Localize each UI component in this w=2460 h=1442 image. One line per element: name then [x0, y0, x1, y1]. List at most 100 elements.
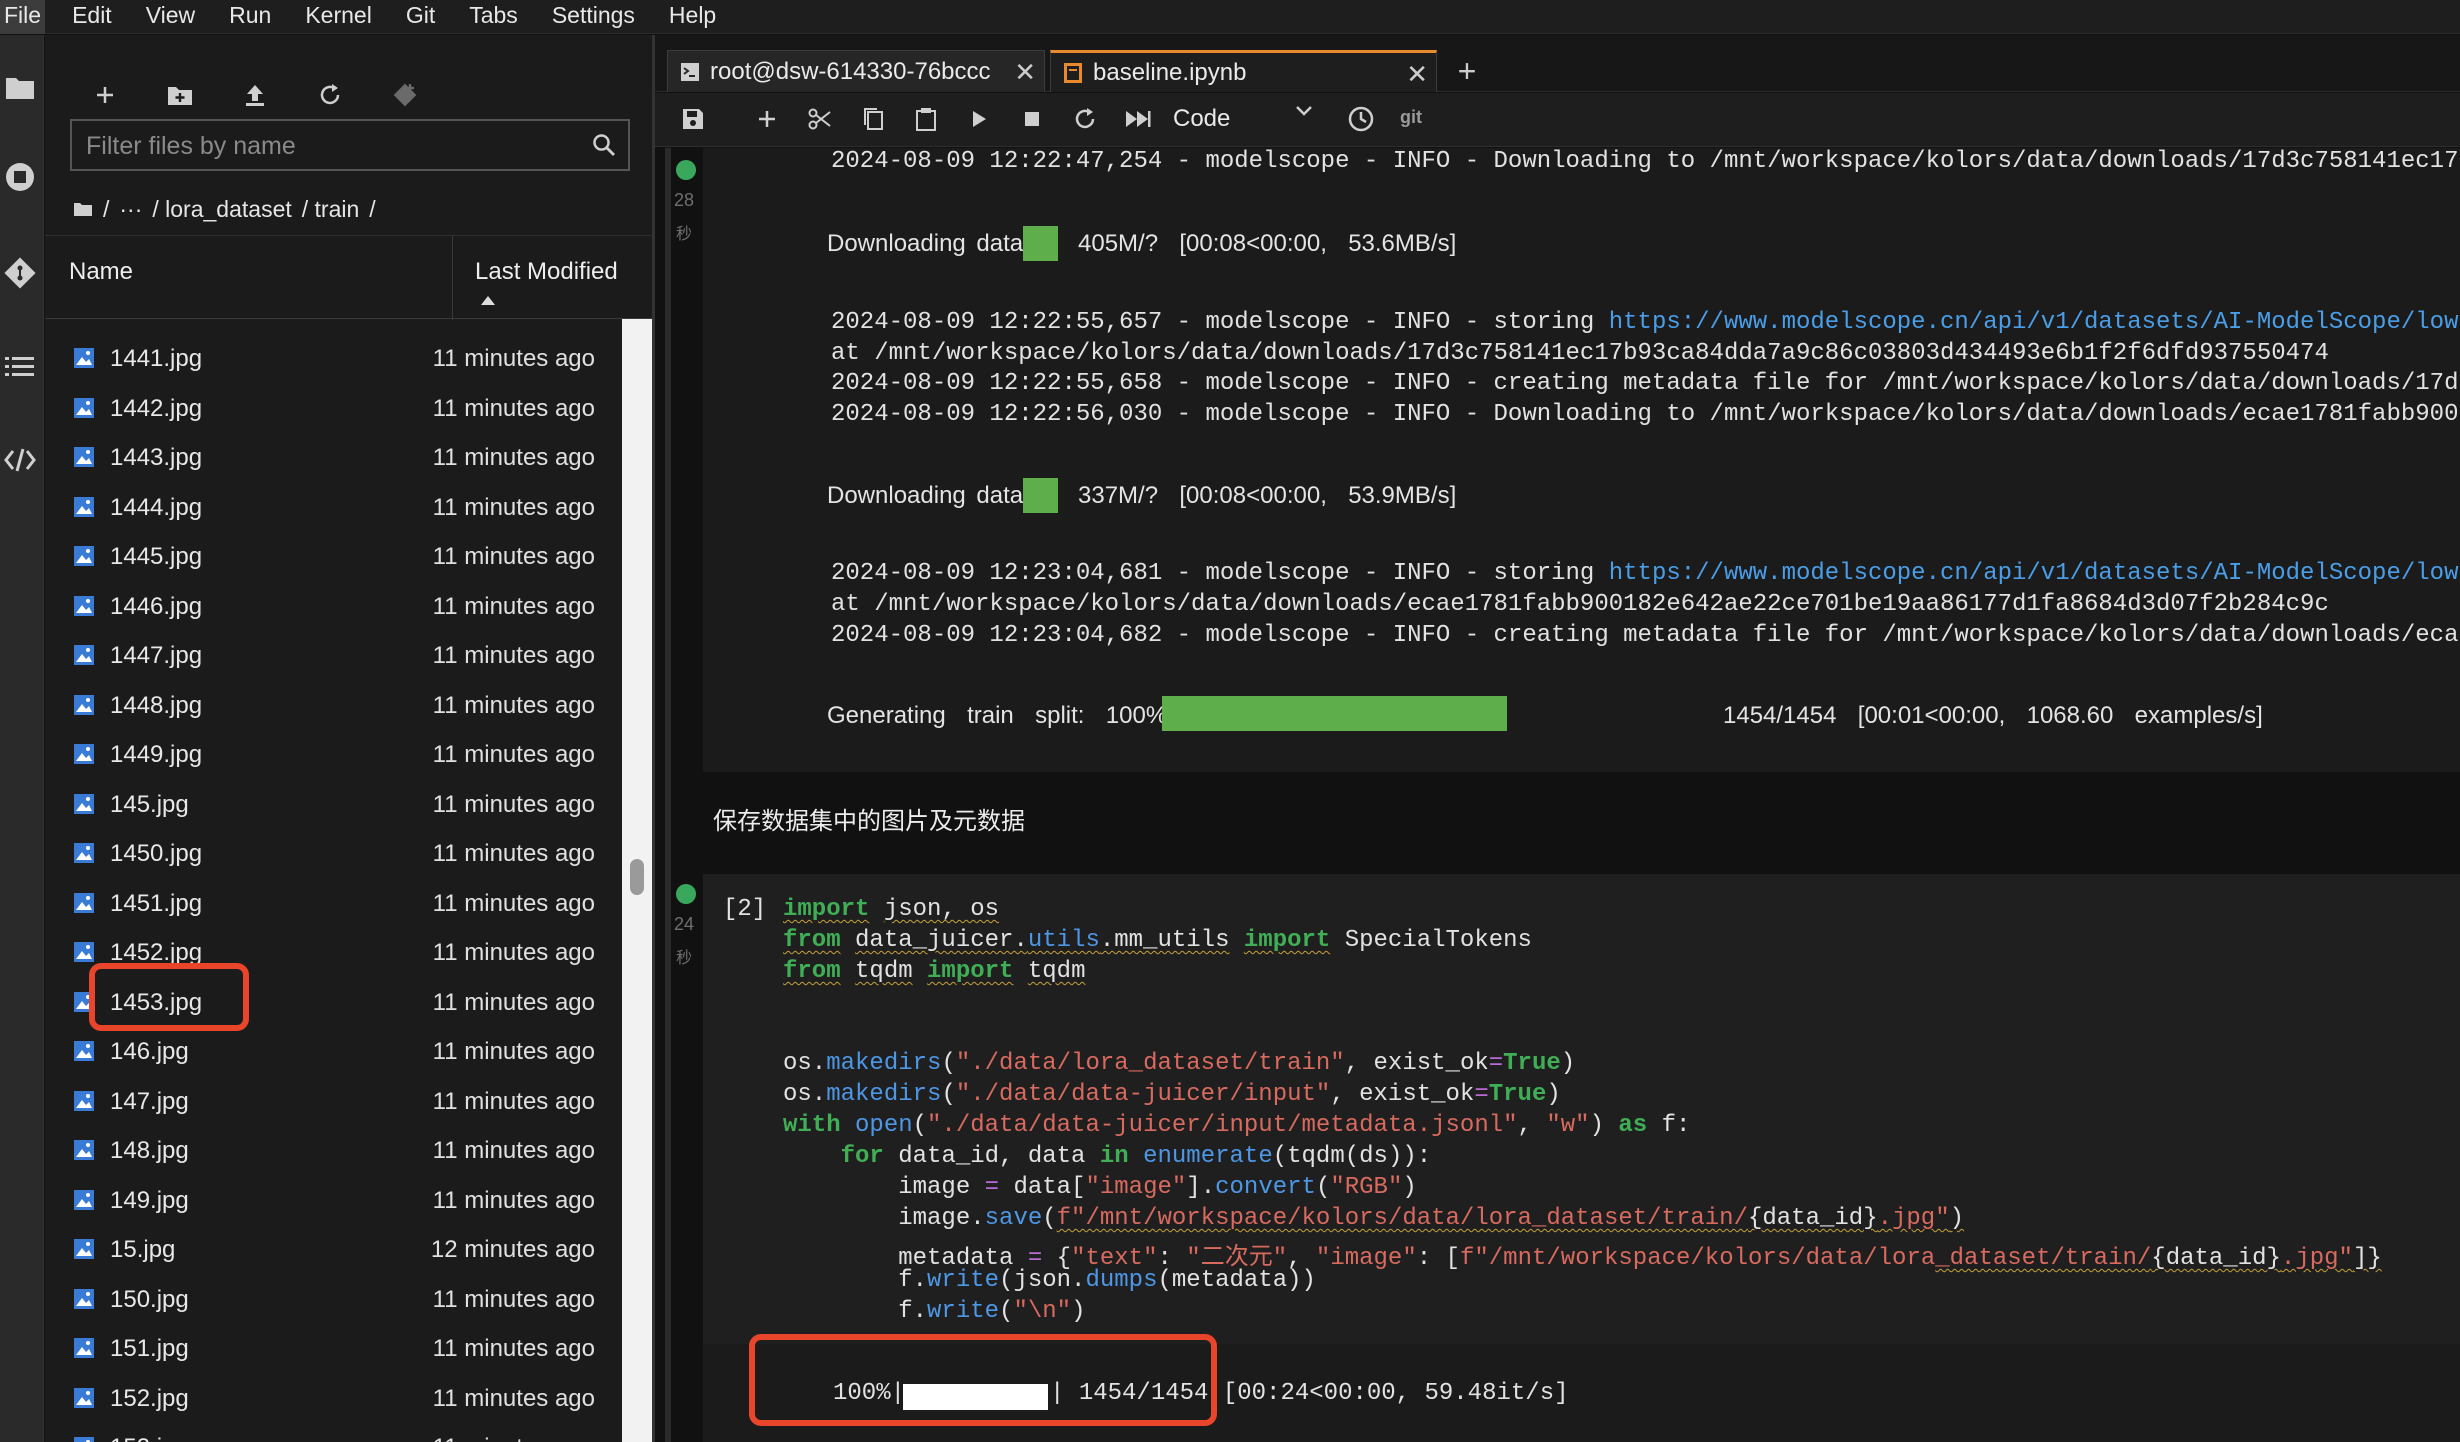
copy-icon[interactable]: [855, 101, 891, 137]
image-file-icon: [73, 1238, 95, 1260]
file-row[interactable]: 149.jpg 11 minutes ago: [45, 1177, 620, 1227]
chevron-down-icon[interactable]: [1295, 105, 1313, 117]
menu-run[interactable]: Run: [212, 0, 288, 34]
git-icon[interactable]: [0, 253, 40, 293]
git-diff-button[interactable]: git: [1400, 107, 1422, 128]
cell-type-select[interactable]: Code: [1173, 101, 1230, 137]
file-row[interactable]: 15.jpg 12 minutes ago: [45, 1226, 620, 1276]
file-row[interactable]: 1442.jpg 11 minutes ago: [45, 385, 620, 435]
file-name: 1446.jpg: [110, 592, 203, 620]
code-line: f.write("\n"): [783, 1298, 1086, 1325]
image-file-icon: [73, 347, 95, 369]
image-file-icon: [73, 1139, 95, 1161]
code-line: for data_id, data in enumerate(tqdm(ds))…: [840, 1143, 1432, 1170]
refresh-icon[interactable]: [310, 75, 350, 115]
file-row[interactable]: 1450.jpg 11 minutes ago: [45, 830, 620, 880]
file-row[interactable]: 145.jpg 11 minutes ago: [45, 781, 620, 831]
close-icon[interactable]: ✕: [1014, 57, 1036, 88]
new-folder-icon[interactable]: [160, 75, 200, 115]
menu-kernel[interactable]: Kernel: [288, 0, 388, 34]
menu-view[interactable]: View: [129, 0, 212, 34]
save-icon[interactable]: [675, 101, 711, 137]
paste-icon[interactable]: [908, 101, 944, 137]
breadcrumb-trailing-slash: /: [369, 195, 376, 222]
download-stats-2: 337M/? [00:08<00:00, 53.9MB/s]: [1078, 482, 1457, 509]
restart-icon[interactable]: [1067, 101, 1103, 137]
menu-git[interactable]: Git: [389, 0, 452, 34]
run-icon[interactable]: [961, 101, 997, 137]
file-modified: 12 minutes ago: [430, 1236, 595, 1263]
code-line: image = data["image"].convert("RGB"): [783, 1174, 1417, 1201]
execution-success-icon: [676, 884, 696, 904]
close-icon[interactable]: ✕: [1406, 59, 1428, 90]
menu-edit[interactable]: Edit: [55, 0, 129, 34]
table-of-contents-icon[interactable]: [0, 347, 40, 387]
file-modified: 11 minutes ago: [432, 1137, 595, 1164]
stop-icon[interactable]: [1014, 101, 1050, 137]
dataset-link[interactable]: https://www.modelscope.cn/api/v1/dataset…: [1609, 309, 2460, 336]
search-icon[interactable]: [592, 133, 616, 157]
file-row[interactable]: 150.jpg 11 minutes ago: [45, 1276, 620, 1326]
menu-tabs[interactable]: Tabs: [452, 0, 535, 34]
file-name: 145.jpg: [110, 790, 189, 818]
code-line: os.makedirs("./data/lora_dataset/train",…: [783, 1050, 1576, 1077]
file-row[interactable]: 151.jpg 11 minutes ago: [45, 1325, 620, 1375]
upload-icon[interactable]: [235, 75, 275, 115]
cut-icon[interactable]: [802, 101, 838, 137]
code-snippets-icon[interactable]: [0, 440, 40, 480]
filter-files-input[interactable]: [86, 129, 566, 163]
new-launcher-icon[interactable]: [85, 75, 125, 115]
file-row[interactable]: 1445.jpg 11 minutes ago: [45, 533, 620, 583]
file-row[interactable]: 1447.jpg 11 minutes ago: [45, 632, 620, 682]
image-file-icon: [73, 595, 95, 617]
file-row[interactable]: 1449.jpg 11 minutes ago: [45, 731, 620, 781]
column-name[interactable]: Name: [69, 258, 133, 286]
code-cell-2[interactable]: 24 秒 [2] import json, os from data_juice…: [674, 874, 2460, 1344]
file-row[interactable]: 146.jpg 11 minutes ago: [45, 1028, 620, 1078]
breadcrumb-train[interactable]: / train: [302, 196, 360, 223]
notebook-icon: [1063, 62, 1083, 84]
tab-terminal[interactable]: root@dsw-614330-76bccc ✕: [667, 50, 1045, 92]
menu-help[interactable]: Help: [652, 0, 733, 34]
column-last-modified[interactable]: Last Modified: [475, 258, 618, 286]
file-modified: 11 minutes ago: [432, 1087, 595, 1115]
add-tab-icon[interactable]: +: [1447, 53, 1487, 93]
file-modified: 11 minutes ago: [433, 1434, 595, 1442]
file-row[interactable]: 1451.jpg 11 minutes ago: [45, 880, 620, 930]
highlight-progress-output: [749, 1334, 1217, 1426]
breadcrumb-root[interactable]: /: [103, 196, 109, 223]
scrollbar-thumb[interactable]: [630, 859, 644, 895]
clock-icon[interactable]: [1343, 101, 1379, 137]
menu-file[interactable]: File: [0, 0, 46, 34]
file-list-scrollbar[interactable]: [622, 319, 652, 1442]
image-file-icon: [73, 1090, 95, 1112]
insert-cell-icon[interactable]: [749, 101, 785, 137]
file-row[interactable]: 1444.jpg 11 minutes ago: [45, 484, 620, 534]
log-line: 2024-08-09 12:23:04,681 - modelscope - I…: [831, 560, 2460, 587]
file-row[interactable]: 1443.jpg 11 minutes ago: [45, 434, 620, 484]
file-row[interactable]: 1448.jpg 11 minutes ago: [45, 682, 620, 732]
tab-notebook[interactable]: baseline.ipynb ✕: [1050, 50, 1437, 92]
log-prefix: 2024-08-09 12:22:55,657 - modelscope - I…: [831, 309, 1609, 336]
file-row[interactable]: 147.jpg 11 minutes ago: [45, 1078, 620, 1128]
folder-icon[interactable]: [0, 67, 40, 107]
download-label-2: Downloading data:: [827, 482, 1030, 509]
fast-forward-icon[interactable]: [1120, 101, 1156, 137]
execution-time-unit: 秒: [676, 226, 693, 243]
menu-settings[interactable]: Settings: [535, 0, 652, 34]
image-file-icon: [73, 1387, 95, 1409]
home-folder-icon[interactable]: [73, 201, 93, 217]
breadcrumb-ellipsis[interactable]: ···: [119, 196, 142, 223]
dataset-link[interactable]: https://www.modelscope.cn/api/v1/dataset…: [1609, 560, 2460, 587]
file-row[interactable]: 153.jpg 11 minutes ago: [45, 1424, 620, 1442]
file-row[interactable]: 1441.jpg 11 minutes ago: [45, 335, 620, 385]
breadcrumb-lora-dataset[interactable]: / lora_dataset: [152, 196, 291, 223]
running-kernels-icon[interactable]: [0, 157, 40, 197]
file-modified: 11 minutes ago: [432, 444, 595, 471]
git-clone-icon[interactable]: [385, 75, 425, 115]
file-row[interactable]: 1446.jpg 11 minutes ago: [45, 583, 620, 633]
file-row[interactable]: 152.jpg 11 minutes ago: [45, 1375, 620, 1425]
column-divider[interactable]: [452, 236, 453, 320]
file-row[interactable]: 148.jpg 11 minutes ago: [45, 1127, 620, 1177]
cell-collapser-rail[interactable]: [665, 148, 671, 1442]
